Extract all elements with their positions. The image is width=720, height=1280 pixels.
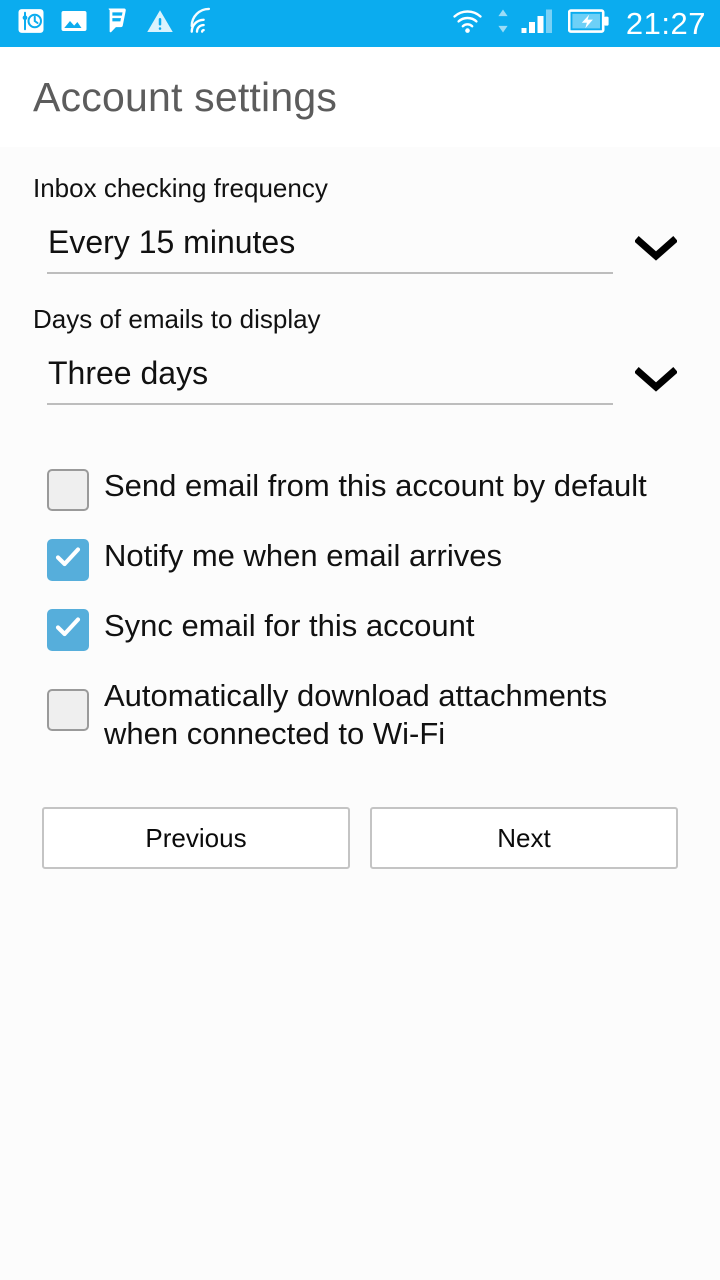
warning-triangle-icon: [145, 6, 175, 41]
spinner-underline: [47, 272, 613, 275]
checkbox-label: Sync email for this account: [104, 608, 475, 644]
spinner-selected-value: Three days: [48, 355, 209, 392]
settings-content: Inbox checking frequency Every 15 minute…: [0, 147, 720, 870]
title-bar: Account settings: [0, 47, 720, 147]
field-inbox-checking-frequency: Inbox checking frequency Every 15 minute…: [0, 173, 720, 280]
inbox-frequency-spinner[interactable]: Every 15 minutes: [0, 226, 720, 280]
checkbox-label: Automatically download attachments when …: [104, 678, 608, 752]
checkbox-label: Notify me when email arrives: [104, 538, 502, 574]
checkmark-icon: [55, 617, 81, 637]
battery-charging-icon: [567, 7, 610, 40]
data-transfer-arrows-icon: [496, 6, 510, 41]
checkbox-row-sync-email[interactable]: Sync email for this account: [0, 607, 720, 652]
alarm-clock-icon: [16, 6, 46, 41]
checkmark-icon: [55, 547, 81, 567]
checkbox-checked-icon[interactable]: [47, 539, 89, 582]
cellular-signal-icon: [521, 7, 557, 40]
field-label: Inbox checking frequency: [33, 173, 328, 203]
field-days-of-emails: Days of emails to display Three days: [0, 304, 720, 411]
field-label: Days of emails to display: [33, 304, 321, 335]
checkbox-label: Send email from this account by default: [104, 468, 647, 504]
checkbox-row-notify-email-arrives[interactable]: Notify me when email arrives: [0, 537, 720, 582]
wifi-icon: [451, 7, 485, 40]
chevron-down-icon[interactable]: [634, 236, 678, 262]
checkbox-checked-icon[interactable]: [47, 609, 89, 652]
nfc-broadcast-icon: [188, 6, 218, 41]
next-button[interactable]: Next: [370, 807, 678, 870]
page-title: Account settings: [33, 73, 338, 120]
checkbox-unchecked-icon[interactable]: [47, 469, 89, 512]
previous-button[interactable]: Previous: [42, 807, 350, 870]
spinner-underline: [47, 403, 613, 406]
navigation-buttons: Previous Next: [0, 807, 720, 870]
spinner-selected-value: Every 15 minutes: [48, 224, 296, 261]
status-bar-left-icons: [16, 6, 218, 41]
checkbox-list: Send email from this account by default …: [0, 467, 720, 753]
status-bar-right-icons: 21:27: [451, 6, 706, 41]
status-bar: 21:27: [0, 0, 720, 47]
days-to-display-spinner[interactable]: Three days: [0, 357, 720, 411]
photo-image-icon: [59, 6, 89, 41]
foursquare-icon: [102, 6, 132, 41]
checkbox-row-auto-download-attachments[interactable]: Automatically download attachments when …: [0, 677, 720, 753]
checkbox-unchecked-icon[interactable]: [47, 689, 89, 732]
status-bar-clock: 21:27: [625, 6, 706, 41]
checkbox-row-send-email-default[interactable]: Send email from this account by default: [0, 467, 720, 512]
chevron-down-icon[interactable]: [634, 367, 678, 393]
